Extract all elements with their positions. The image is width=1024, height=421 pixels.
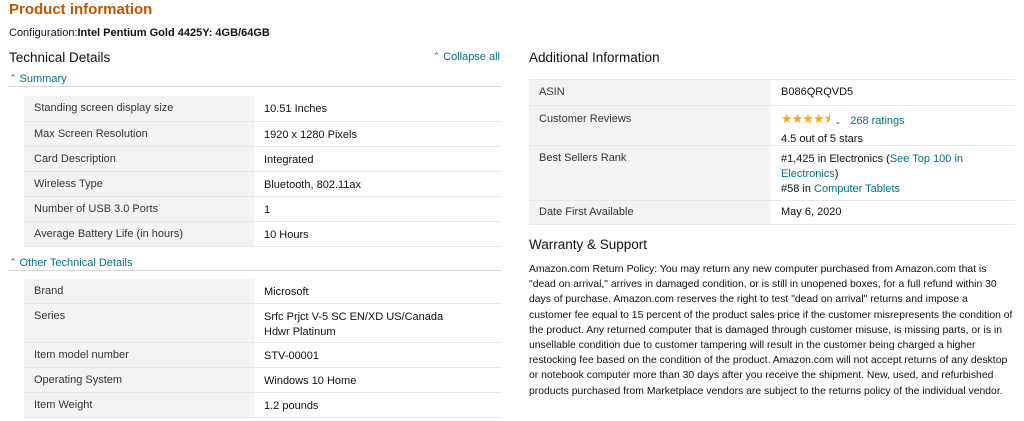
table-row: Best Sellers Rank #1,425 in Electronics … (529, 145, 1015, 201)
row-value: Srfc Prjct V-5 SC EN/XD US/Canada Hdwr P… (254, 303, 501, 343)
chevron-down-icon[interactable]: ⌄ (835, 117, 842, 126)
row-value: 1 (254, 196, 501, 222)
date-first-available: May 6, 2020 (771, 200, 1015, 225)
table-row: Series Srfc Prjct V-5 SC EN/XD US/Canada … (24, 303, 501, 343)
row-value: 10.51 Inches (254, 96, 501, 122)
table-row: Average Battery Life (in hours) 10 Hours (24, 221, 501, 247)
additional-information-heading: Additional Information (529, 50, 660, 65)
summary-toggle[interactable]: ⌃ Summary (9, 71, 501, 87)
caret-up-icon: ⌃ (432, 51, 441, 61)
row-key: Date First Available (529, 200, 771, 225)
summary-label: Summary (19, 73, 67, 85)
rating-text: 4.5 out of 5 stars (781, 133, 863, 145)
table-row: Item model number STV-00001 (24, 342, 501, 368)
rank-close-paren: ) (834, 168, 839, 180)
additional-information-section: Additional Information ASIN B086QRQVD5 C… (529, 48, 1015, 399)
row-value: STV-00001 (254, 342, 501, 368)
row-value: 10 Hours (254, 221, 501, 247)
row-key: Wireless Type (24, 171, 254, 197)
row-key: ASIN (529, 79, 771, 106)
row-key: Standing screen display size (24, 96, 254, 122)
caret-up-icon: ⌃ (9, 256, 17, 267)
row-value: 1.2 pounds (254, 392, 501, 418)
row-key: Number of USB 3.0 Ports (24, 196, 254, 222)
collapse-all-link[interactable]: ⌃ Collapse all (433, 51, 500, 63)
table-row: Brand Microsoft (24, 278, 501, 304)
best-sellers-rank: #1,425 in Electronics (See Top 100 in El… (771, 145, 1015, 201)
table-row: Number of USB 3.0 Ports 1 (24, 196, 501, 222)
row-key: Item model number (24, 342, 254, 368)
technical-details-heading: Technical Details (9, 50, 111, 65)
other-details-toggle[interactable]: ⌃ Other Technical Details (9, 255, 501, 271)
table-row: Wireless Type Bluetooth, 802.11ax (24, 171, 501, 197)
row-value: Integrated (254, 146, 501, 172)
warranty-text: Amazon.com Return Policy: You may return… (529, 264, 1013, 397)
technical-details-section: Technical Details ⌃ Collapse all ⌃ Summary… (9, 48, 501, 418)
row-key: Series (24, 303, 254, 343)
table-row: Item Weight 1.2 pounds (24, 392, 501, 418)
row-key: Customer Reviews (529, 105, 771, 146)
row-key: Operating System (24, 367, 254, 393)
row-value: Bluetooth, 802.11ax (254, 171, 501, 197)
configuration: Configuration:Intel Pentium Gold 4425Y: … (9, 27, 270, 39)
other-details-table: Brand Microsoft Series Srfc Prjct V-5 SC EN… (24, 278, 501, 418)
table-row: Customer Reviews ★★★★⯨ ⌄ 268 ratings 4.5 o… (529, 105, 1015, 146)
caret-up-icon: ⌃ (9, 73, 17, 83)
page-title: Product information (9, 1, 153, 18)
star-rating-icon[interactable]: ★★★★⯨ (781, 110, 831, 132)
rank-tablets: #58 in (781, 183, 815, 195)
row-value: 1920 x 1280 Pixels (254, 121, 501, 147)
table-row: Standing screen display size 10.51 Inches (24, 96, 501, 122)
asin-value: B086QRQVD5 (771, 79, 1015, 106)
row-value: Windows 10 Home (254, 367, 501, 393)
row-value: Microsoft (254, 278, 501, 304)
row-key: Item Weight (24, 392, 254, 418)
table-row: Card Description Integrated (24, 146, 501, 172)
table-row: Max Screen Resolution 1920 x 1280 Pixels (24, 121, 501, 147)
configuration-label: Configuration: (9, 27, 78, 39)
table-row: ASIN B086QRQVD5 (529, 79, 1015, 106)
collapse-all-label: Collapse all (443, 51, 500, 63)
summary-table: Standing screen display size 10.51 Inches… (24, 96, 501, 247)
row-key: Max Screen Resolution (24, 121, 254, 147)
row-key: Card Description (24, 146, 254, 172)
ratings-count-link[interactable]: 268 ratings (850, 115, 904, 127)
other-details-label: Other Technical Details (19, 256, 133, 269)
customer-reviews: ★★★★⯨ ⌄ 268 ratings 4.5 out of 5 stars (771, 105, 1015, 146)
table-row: Operating System Windows 10 Home (24, 367, 501, 393)
rank-electronics: #1,425 in Electronics ( (781, 153, 890, 165)
configuration-value: Intel Pentium Gold 4425Y: 4GB/64GB (77, 27, 270, 39)
warranty-support-heading: Warranty & Support (529, 237, 648, 252)
computer-tablets-link[interactable]: Computer Tablets (814, 183, 900, 195)
table-row: Date First Available May 6, 2020 (529, 200, 1015, 225)
row-key: Average Battery Life (in hours) (24, 221, 254, 247)
row-key: Best Sellers Rank (529, 145, 771, 201)
row-key: Brand (24, 278, 254, 304)
additional-information-table: ASIN B086QRQVD5 Customer Reviews ★★★★⯨ ⌄ 2… (529, 79, 1015, 225)
